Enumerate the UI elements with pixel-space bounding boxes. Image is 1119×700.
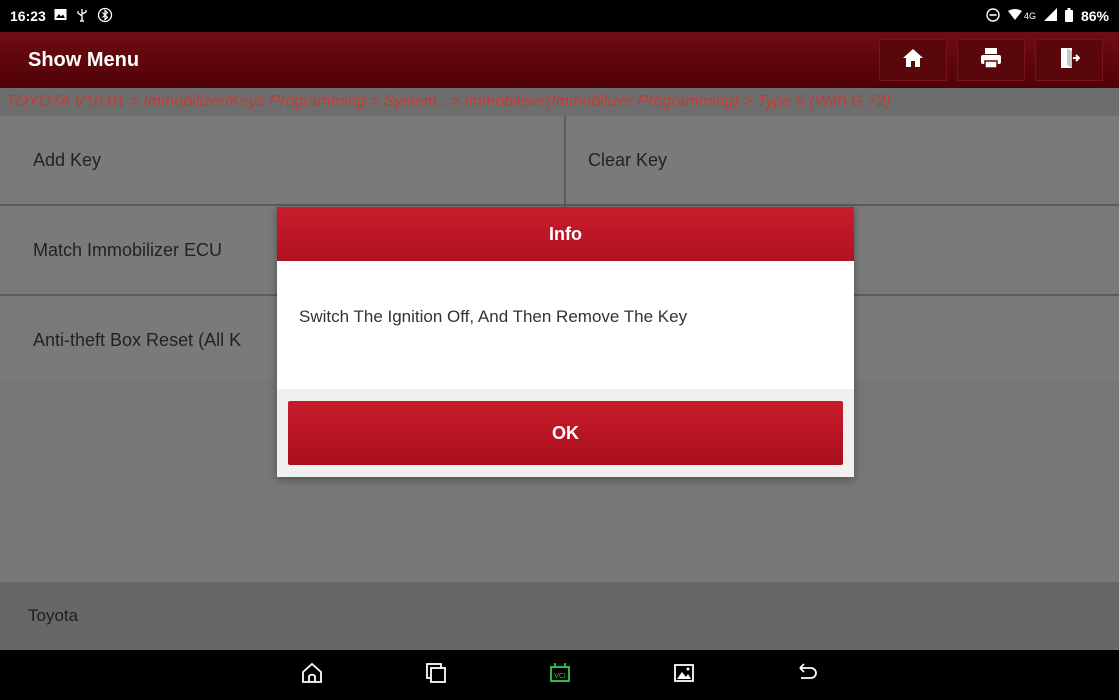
wifi-icon	[1007, 8, 1022, 24]
menu-row: Add Key Clear Key	[0, 116, 1119, 206]
bluetooth-icon	[97, 7, 113, 26]
svg-text:VCI: VCI	[554, 672, 566, 680]
home-button[interactable]	[879, 39, 947, 81]
dialog-title: Info	[277, 207, 854, 261]
gallery-icon	[673, 663, 694, 687]
page-title: Show Menu	[28, 48, 140, 71]
network-type: 4G	[1023, 11, 1036, 21]
do-not-disturb-icon	[986, 7, 1000, 25]
status-bar-right: 4G 86%	[986, 7, 1109, 25]
dialog-message: Switch The Ignition Off, And Then Remove…	[299, 307, 688, 326]
vehicle-brand-label: Toyota	[28, 606, 79, 625]
info-dialog: Info Switch The Ignition Off, And Then R…	[277, 207, 854, 477]
usb-icon	[75, 8, 89, 25]
vci-icon: VCI	[547, 661, 573, 690]
recent-apps-icon	[425, 662, 446, 688]
home-icon	[902, 47, 924, 74]
breadcrumb: TOYOTA V10.01 > Immobilizer/Keys Program…	[0, 88, 1119, 116]
status-bar-left: 16:23	[10, 7, 113, 26]
battery-icon	[1064, 7, 1073, 25]
home-icon	[301, 662, 323, 689]
nav-recent-apps-button[interactable]	[416, 655, 456, 695]
exit-button[interactable]	[1035, 39, 1103, 81]
dialog-footer: OK	[277, 389, 854, 477]
nav-back-button[interactable]	[788, 655, 828, 695]
ok-button[interactable]: OK	[288, 401, 843, 465]
app-header: Show Menu	[0, 32, 1119, 88]
system-nav-bar: VCI	[0, 650, 1119, 700]
back-icon	[797, 662, 819, 688]
print-icon	[980, 47, 1002, 74]
status-bar: 16:23 4G 86%	[0, 0, 1119, 32]
clock: 16:23	[10, 8, 46, 24]
header-toolbar	[879, 32, 1119, 88]
image-notification-icon	[54, 8, 67, 24]
signal-icon	[1043, 8, 1057, 24]
add-key-item[interactable]: Add Key	[0, 116, 564, 204]
nav-vci-button[interactable]: VCI	[540, 655, 580, 695]
clear-key-item[interactable]: Clear Key	[564, 116, 1119, 204]
print-button[interactable]	[957, 39, 1025, 81]
exit-icon	[1058, 47, 1081, 74]
vehicle-footer: Toyota	[0, 582, 1119, 650]
nav-gallery-button[interactable]	[664, 655, 704, 695]
nav-home-button[interactable]	[292, 655, 332, 695]
battery-level: 86%	[1080, 8, 1109, 24]
